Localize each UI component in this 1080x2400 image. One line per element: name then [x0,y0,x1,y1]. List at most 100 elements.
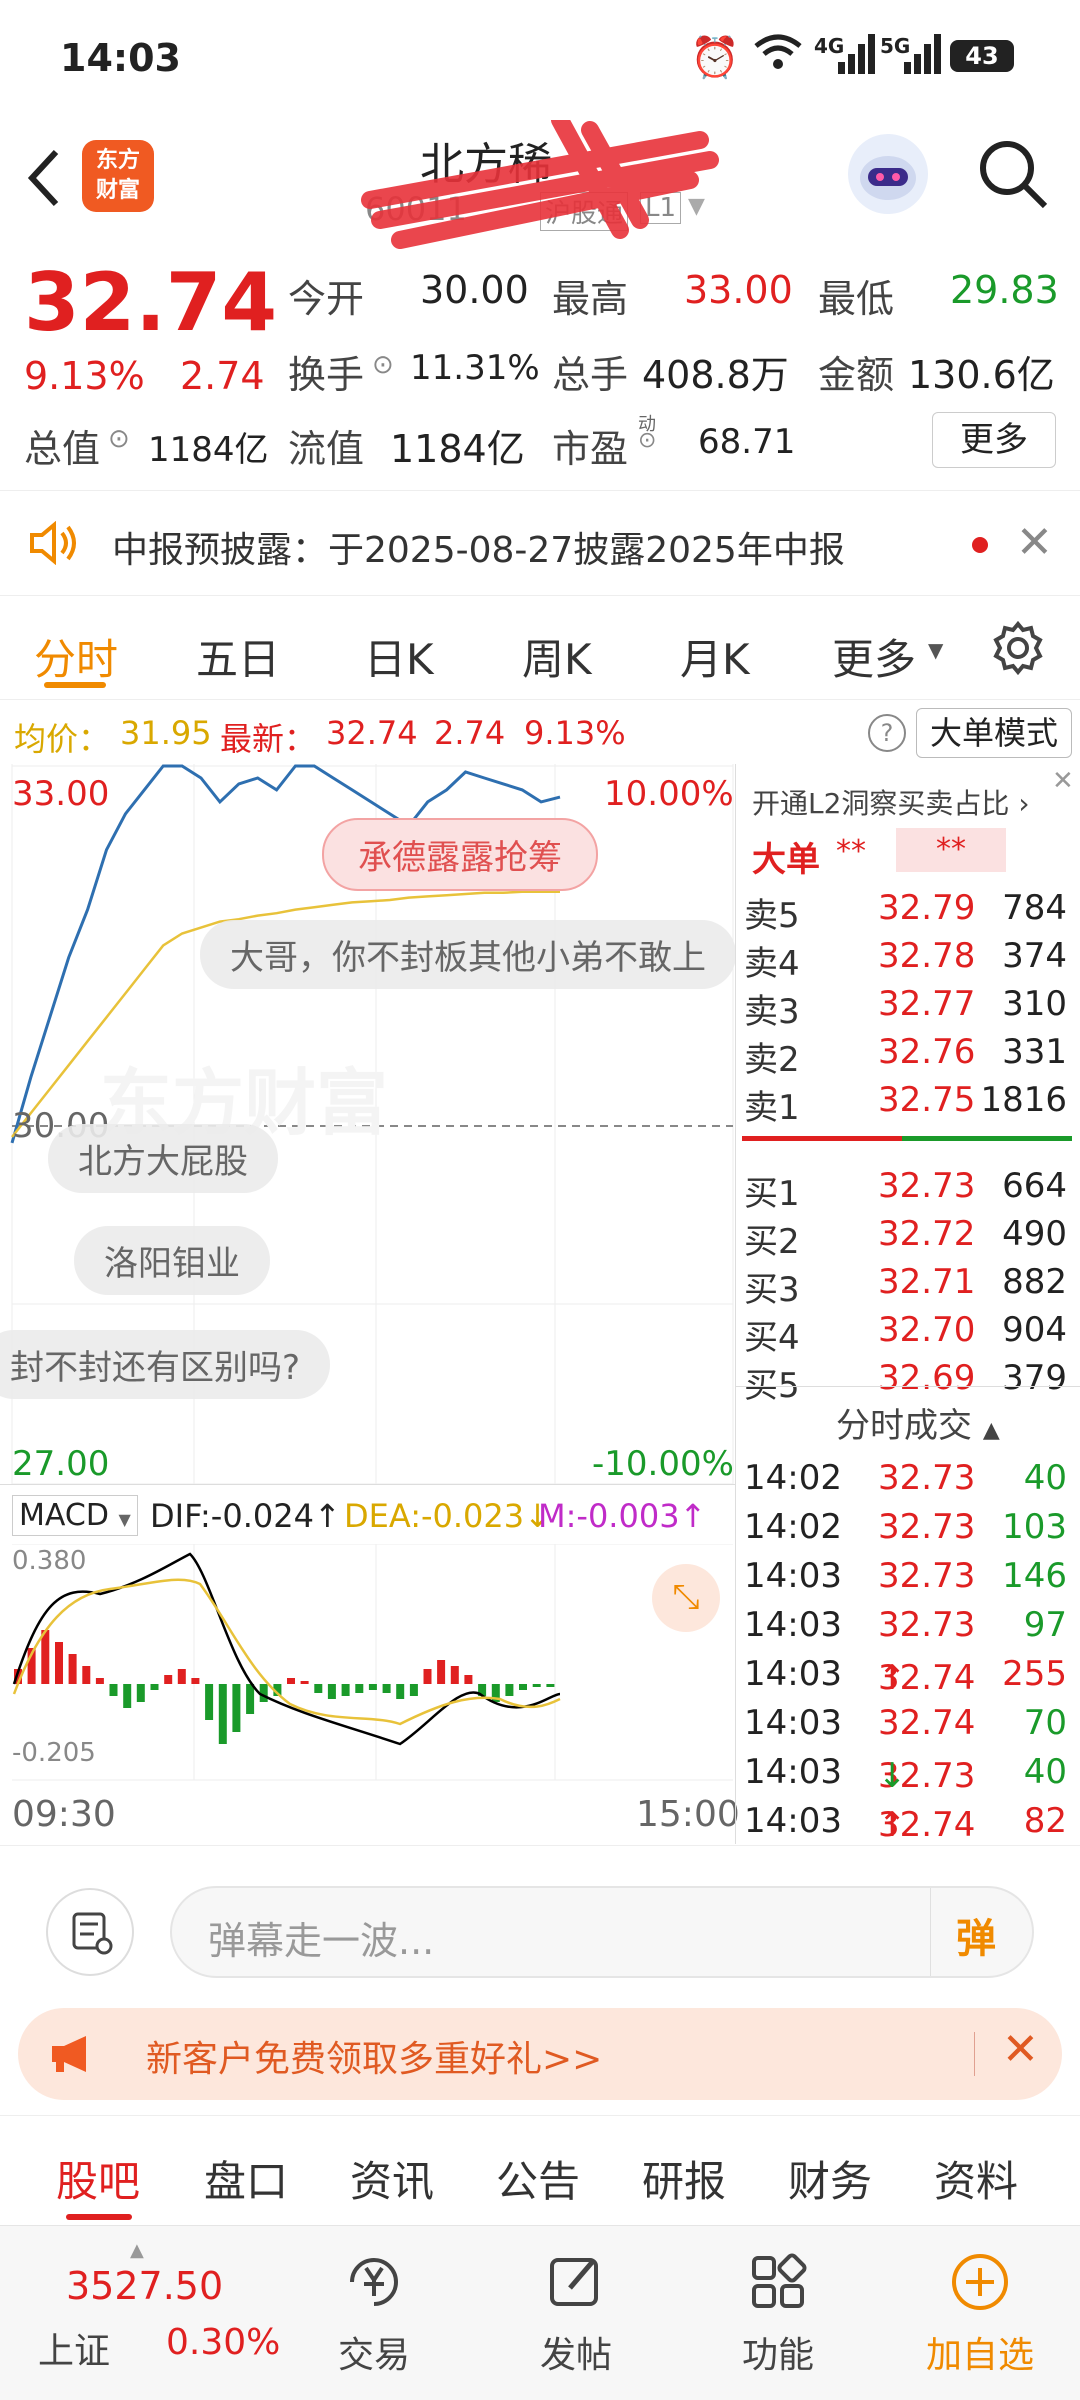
price-info-bar: 均价： 31.95 最新： 32.74 2.74 9.13% ? 大单模式 [0,700,1080,764]
danmaku-input[interactable]: 弹幕走一波... 弹 [170,1886,1034,1978]
x-start-label: 09:30 [12,1794,116,1835]
low-label: 最低 [818,277,895,321]
tab-weekly-k[interactable]: 周K [522,626,592,687]
more-button[interactable]: 更多 [932,412,1056,468]
notice-bar[interactable]: 中报预披露：于2025-08-27披露2025年中报 ✕ [0,490,1080,596]
m-text: M:-0.003 [538,1497,680,1535]
tab-daily-k[interactable]: 日K [364,626,434,687]
intraday-chart[interactable]: 东方财富 33.00 10.00% 30.00 27.00 -10.00% 承德… [0,764,740,1844]
ask-price: 32.77 [878,984,976,1024]
close-icon[interactable]: ✕ [1052,766,1074,796]
macd-header: MACD ▼ DIF:-0.024↑ DEA:-0.023↓ M:-0.003↑ [0,1484,735,1544]
macd-bar [109,1684,118,1696]
bid-ratio-bar [902,1136,1072,1141]
trades-title[interactable]: 分时成交 ▲ [836,1398,1000,1447]
l2-insight-link[interactable]: 开通L2洞察买卖占比 › [752,782,1030,822]
macd-selector[interactable]: MACD ▼ [12,1495,138,1536]
grid-icon [752,2253,807,2308]
nav-trade[interactable]: 交易 [304,2250,444,2378]
trade-price: 32.73 [878,1605,976,1645]
ask-row[interactable]: 卖2 32.76 331 [736,1028,1080,1080]
macd-bar [450,1666,459,1684]
dif-line [12,1552,561,1746]
nav-post[interactable]: 发帖 [506,2250,646,2378]
gear-icon[interactable] [990,620,1046,680]
ask-row[interactable]: 卖1 32.75 1816 [736,1076,1080,1128]
trade-time: 14:02 [744,1507,842,1547]
danmaku-tag[interactable]: 承德露露抢筹 [322,818,598,891]
ask-row[interactable]: 卖5 32.79 784 [736,884,1080,936]
notice-text: 中报预披露：于2025-08-27披露2025年中报 [112,530,845,571]
danmaku-settings-icon[interactable] [46,1888,134,1976]
tab-profile[interactable]: 资料 [934,2148,1018,2209]
tab-five-day[interactable]: 五日 [196,626,280,687]
nav-trade-label: 交易 [337,2335,410,2376]
expand-icon[interactable]: ⤡ [652,1564,720,1632]
ask-row[interactable]: 卖3 32.77 310 [736,980,1080,1032]
macd-bar [205,1684,214,1720]
promo-banner[interactable]: 新客户免费领取多重好礼>> ✕ [18,2008,1062,2100]
nav-post-label: 发帖 [539,2335,612,2376]
bid-row[interactable]: 买1 32.73 664 [736,1162,1080,1214]
trade-row: 14:03 32.73 97 [736,1601,1080,1650]
send-danmaku-button[interactable]: 弹 [956,1906,996,1964]
tab-intraday[interactable]: 分时 [34,626,118,687]
tab-pankou[interactable]: 盘口 [204,2148,288,2209]
ask-row[interactable]: 卖4 32.78 374 [736,932,1080,984]
trade-arrow: ↑ [878,1805,907,1845]
ask-price: 32.76 [878,1032,976,1072]
trade-icon [350,2258,398,2306]
help-icon[interactable]: ? [868,714,906,752]
trade-row: 14:03 32.74 70 [736,1699,1080,1748]
nav-functions[interactable]: 功能 [708,2250,848,2378]
macd-bar [68,1654,77,1684]
nav-add-watchlist[interactable]: 加自选 [910,2250,1050,2378]
mktcap-label: 总值 [24,427,101,471]
latest-label: 最新： [220,720,317,758]
tab-finance[interactable]: 财务 [788,2148,872,2209]
info-icon-2[interactable]: ⊙ [108,424,130,454]
big-order-label: 大单 [752,840,820,880]
signal-icon-2 [904,34,944,78]
bid-row[interactable]: 买4 32.70 904 [736,1306,1080,1358]
ask-label: 卖3 [744,992,800,1032]
macd-bar [41,1630,50,1684]
dea-line [12,1578,561,1726]
pe-label: 市盈 [552,427,629,471]
l2-insight-text: 开通L2洞察买卖占比 [752,787,1010,820]
active-tab-indicator [66,2214,132,2220]
float-label: 流值 [288,427,365,471]
macd-bar [396,1684,405,1699]
macd-bar [341,1684,350,1696]
bid-row[interactable]: 买5 32.69 379 [736,1354,1080,1406]
tab-announcements[interactable]: 公告 [496,2148,580,2209]
close-icon[interactable]: ✕ [1002,2024,1039,2075]
close-icon[interactable]: ✕ [1016,517,1053,568]
tab-news[interactable]: 资讯 [350,2148,434,2209]
big-order-mode-button[interactable]: 大单模式 [916,708,1072,758]
back-icon[interactable] [22,144,66,216]
macd-bar [150,1684,159,1690]
bid-row[interactable]: 买3 32.71 882 [736,1258,1080,1310]
trade-volume: 82 [1023,1801,1067,1841]
macd-bar [259,1684,268,1702]
robot-assistant-icon[interactable] [848,134,928,214]
tab-guba[interactable]: 股吧 [56,2148,140,2209]
info-icon-3[interactable]: ⊙ [638,428,656,453]
megaphone-icon [46,2032,98,2080]
section-tabs: 股吧 盘口 资讯 公告 研报 财务 资料 [0,2115,1080,2225]
info-icon[interactable]: ⊙ [372,350,394,380]
tab-monthly-k[interactable]: 月K [680,626,750,687]
macd-bar [232,1684,241,1732]
bid-row[interactable]: 买2 32.72 490 [736,1210,1080,1262]
alarm-icon: ⏰ [690,35,740,81]
index-ticker[interactable]: ▲ 3527.50 上证 0.30% [20,2240,280,2390]
amount-label: 金额 [818,353,895,397]
danmaku-comment: 北方大屁股 [48,1124,278,1193]
dif-value: DIF:-0.024↑ [150,1497,341,1535]
tab-more[interactable]: 更多 [832,626,916,687]
float-value: 1184亿 [390,427,525,471]
dea-value: DEA:-0.023↓ [344,1497,551,1535]
search-icon[interactable] [975,136,1051,216]
tab-research[interactable]: 研报 [642,2148,726,2209]
